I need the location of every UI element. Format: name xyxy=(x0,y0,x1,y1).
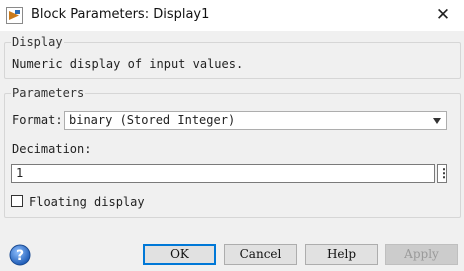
decimation-label: Decimation: xyxy=(12,142,92,156)
floating-display-checkbox[interactable] xyxy=(11,195,23,207)
close-button[interactable]: ✕ xyxy=(430,3,456,27)
title-bar: Block Parameters: Display1 ✕ xyxy=(0,0,464,31)
parameters-group-label: Parameters xyxy=(11,86,86,100)
format-label: Format: xyxy=(12,113,63,127)
block-description: Numeric display of input values. xyxy=(12,57,244,71)
decimation-input[interactable]: 1 xyxy=(11,164,435,183)
close-icon: ✕ xyxy=(435,5,451,25)
format-selected-value: binary (Stored Integer) xyxy=(69,113,236,127)
apply-button[interactable]: Apply xyxy=(385,244,458,265)
help-icon[interactable]: ? xyxy=(9,244,31,266)
cancel-button[interactable]: Cancel xyxy=(224,244,297,265)
format-dropdown[interactable]: binary (Stored Integer) xyxy=(64,111,447,130)
dropdown-arrow-icon xyxy=(433,118,441,124)
window-title: Block Parameters: Display1 xyxy=(31,7,210,22)
ok-button[interactable]: OK xyxy=(143,244,216,265)
display-group-label: Display xyxy=(11,35,64,49)
simulink-icon xyxy=(6,7,23,24)
help-button[interactable]: Help xyxy=(305,244,378,265)
floating-display-label[interactable]: Floating display xyxy=(29,195,145,209)
svg-text:?: ? xyxy=(16,248,24,264)
decimation-menu-button[interactable]: ⋮ xyxy=(437,164,450,183)
kebab-menu-icon: ⋮ xyxy=(438,166,450,180)
